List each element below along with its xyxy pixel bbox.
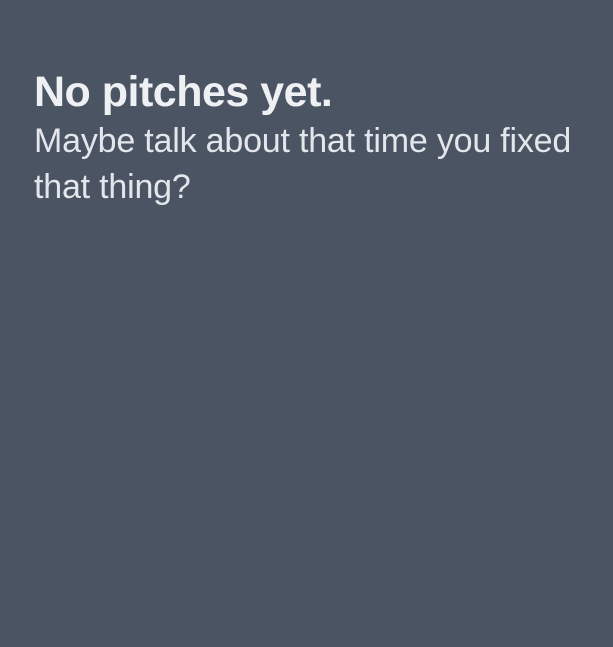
page: { "empty_state": { "title": "No pitches … <box>0 0 613 647</box>
empty-state-message: Maybe talk about that time you fixed tha… <box>34 122 572 206</box>
empty-state-title: No pitches yet. <box>34 68 333 116</box>
empty-state: No pitches yet. Maybe talk about that ti… <box>34 66 594 210</box>
